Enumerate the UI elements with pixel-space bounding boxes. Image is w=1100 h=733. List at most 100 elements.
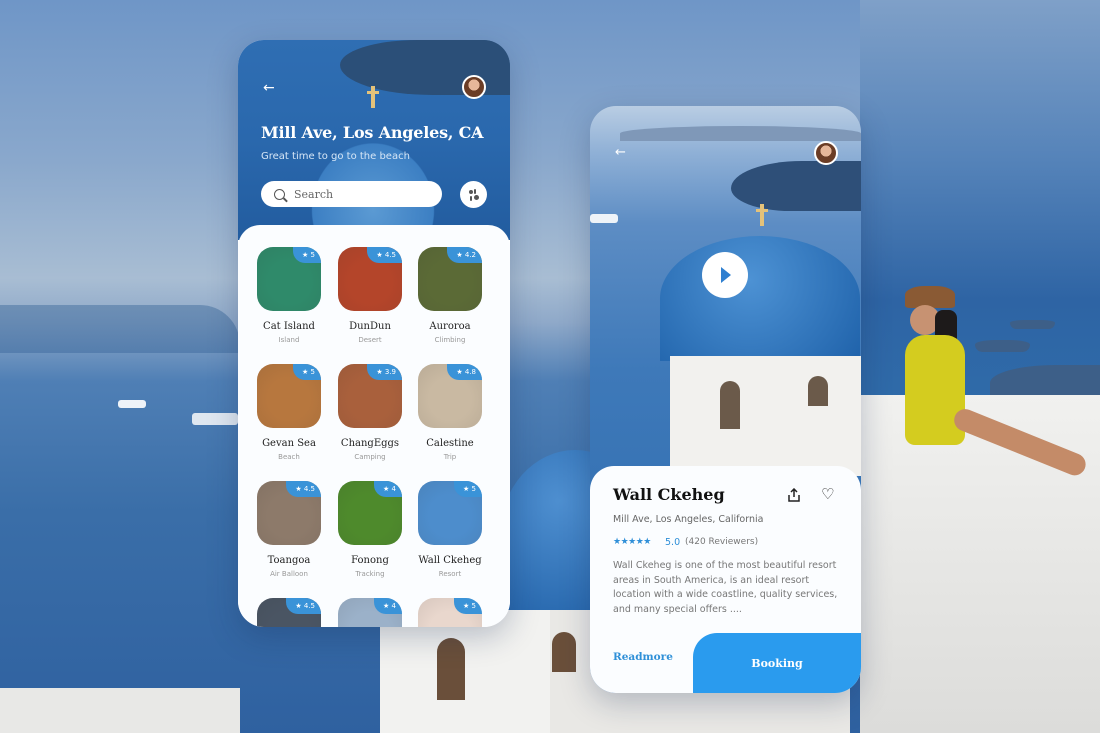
place-thumbnail[interactable]: ★ 5 bbox=[257, 247, 321, 311]
place-name: Gevan Sea bbox=[262, 438, 316, 449]
place-thumbnail[interactable]: ★ 4 bbox=[338, 481, 402, 545]
place-thumbnail[interactable]: ★ 5 bbox=[418, 481, 482, 545]
place-card[interactable]: ★ 4.2 Auroroa Climbing bbox=[418, 247, 482, 344]
place-category: Beach bbox=[278, 453, 300, 461]
place-card[interactable]: ★ 4.5 DunDun Desert bbox=[338, 247, 402, 344]
place-thumbnail[interactable]: ★ 4.5 bbox=[257, 598, 321, 627]
place-category: Camping bbox=[354, 453, 386, 461]
place-thumbnail[interactable]: ★ 4.5 bbox=[257, 481, 321, 545]
place-category: Climbing bbox=[434, 336, 466, 344]
place-card[interactable]: ★ 5 bbox=[418, 598, 482, 627]
user-avatar[interactable] bbox=[462, 75, 486, 99]
star-icon: ★ bbox=[463, 485, 470, 493]
place-name: Cat Island bbox=[263, 321, 315, 332]
play-video-button[interactable] bbox=[702, 252, 748, 298]
heart-icon[interactable]: ♡ bbox=[821, 487, 834, 502]
star-icon: ★ bbox=[376, 251, 383, 259]
star-icon: ★ bbox=[376, 368, 383, 376]
rating-stars: ★★★★★ bbox=[613, 537, 651, 547]
place-name: Fonong bbox=[351, 555, 389, 566]
star-icon: ★ bbox=[383, 485, 390, 493]
rating-badge: ★ 5 bbox=[293, 364, 321, 380]
place-category: Tracking bbox=[355, 570, 385, 578]
rating-badge: ★ 5 bbox=[454, 481, 482, 497]
place-name: DunDun bbox=[349, 321, 391, 332]
background-island bbox=[975, 340, 1030, 352]
rating-badge: ★ 4.5 bbox=[367, 247, 402, 263]
place-card[interactable]: ★ 4.8 Calestine Trip bbox=[418, 364, 482, 461]
location-title[interactable]: Mill Ave, Los Angeles, CA bbox=[261, 123, 484, 142]
star-icon: ★ bbox=[302, 251, 309, 259]
star-icon: ★ bbox=[295, 602, 302, 610]
background-wall bbox=[0, 688, 240, 733]
readmore-link[interactable]: Readmore bbox=[613, 651, 673, 663]
places-sheet: ★ 5 Cat Island Island ★ 4.5 DunDun Desert ★ 4.… bbox=[238, 225, 510, 627]
place-thumbnail[interactable]: ★ 3.9 bbox=[338, 364, 402, 428]
explore-screen: ← Mill Ave, Los Angeles, CA ⌄ Great time… bbox=[238, 40, 510, 627]
place-thumbnail[interactable]: ★ 5 bbox=[257, 364, 321, 428]
place-card[interactable]: ★ 5 Wall Ckeheg Resort bbox=[418, 481, 482, 578]
rating-badge: ★ 5 bbox=[293, 247, 321, 263]
place-card[interactable]: ★ 5 Cat Island Island bbox=[257, 247, 321, 344]
place-card[interactable]: ★ 4.5 Toangoa Air Balloon bbox=[257, 481, 321, 578]
rating-badge: ★ 4.8 bbox=[447, 364, 482, 380]
review-count: (420 Reviewers) bbox=[685, 537, 759, 547]
place-name: Calestine bbox=[426, 438, 474, 449]
church-dome bbox=[660, 236, 860, 361]
filter-button[interactable] bbox=[460, 181, 487, 208]
filter-icon bbox=[469, 190, 473, 194]
back-arrow-icon[interactable]: ← bbox=[615, 146, 626, 159]
place-description: Wall Ckeheg is one of the most beautiful… bbox=[613, 560, 838, 615]
background-ship bbox=[118, 400, 146, 408]
place-card[interactable]: ★ 4 Fonong Tracking bbox=[338, 481, 402, 578]
star-icon: ★ bbox=[456, 368, 463, 376]
background-island bbox=[1010, 320, 1055, 329]
search-placeholder: Search bbox=[294, 187, 334, 201]
place-card[interactable]: ★ 3.9 ChangEggs Camping bbox=[338, 364, 402, 461]
detail-screen: ← Wall Ckeheg ♡ Mill Ave, Los Angeles, C… bbox=[590, 106, 861, 693]
back-arrow-icon[interactable]: ← bbox=[263, 81, 275, 95]
background-sea bbox=[860, 0, 1100, 400]
star-icon: ★ bbox=[456, 251, 463, 259]
star-icon: ★ bbox=[463, 602, 470, 610]
place-thumbnail[interactable]: ★ 5 bbox=[418, 598, 482, 627]
search-input[interactable]: Search bbox=[261, 181, 442, 207]
rating-badge: ★ 5 bbox=[454, 598, 482, 614]
star-icon: ★ bbox=[302, 368, 309, 376]
detail-card: Wall Ckeheg ♡ Mill Ave, Los Angeles, Cal… bbox=[590, 466, 861, 693]
place-thumbnail[interactable]: ★ 4.2 bbox=[418, 247, 482, 311]
place-name: ChangEggs bbox=[340, 438, 400, 449]
background-island bbox=[0, 305, 240, 353]
user-avatar[interactable] bbox=[814, 141, 838, 165]
place-title: Wall Ckeheg bbox=[613, 485, 725, 504]
rating-badge: ★ 4.5 bbox=[286, 598, 321, 614]
place-name: Wall Ckeheg bbox=[418, 555, 482, 566]
rating-badge: ★ 4.2 bbox=[447, 247, 482, 263]
search-icon bbox=[274, 188, 285, 200]
place-thumbnail[interactable]: ★ 4.5 bbox=[338, 247, 402, 311]
place-thumbnail[interactable]: ★ 4 bbox=[338, 598, 402, 627]
rating-badge: ★ 4.5 bbox=[286, 481, 321, 497]
place-category: Island bbox=[278, 336, 300, 344]
place-card[interactable]: ★ 5 Gevan Sea Beach bbox=[257, 364, 321, 461]
location-subtitle: Great time to go to the beach bbox=[261, 151, 410, 162]
place-name: Auroroa bbox=[429, 321, 471, 332]
rating-badge: ★ 3.9 bbox=[367, 364, 402, 380]
background-wall bbox=[860, 395, 1100, 733]
place-category: Trip bbox=[443, 453, 457, 461]
place-address: Mill Ave, Los Angeles, California bbox=[613, 514, 764, 525]
rating-badge: ★ 4 bbox=[374, 481, 402, 497]
rating-score: 5.0 bbox=[665, 537, 681, 548]
place-card[interactable]: ★ 4 bbox=[338, 598, 402, 627]
rating-badge: ★ 4 bbox=[374, 598, 402, 614]
chevron-down-icon[interactable]: ⌄ bbox=[471, 125, 480, 138]
place-thumbnail[interactable]: ★ 4.8 bbox=[418, 364, 482, 428]
share-icon[interactable] bbox=[787, 488, 801, 502]
church-building bbox=[670, 356, 861, 476]
place-category: Air Balloon bbox=[270, 570, 308, 578]
background-ship bbox=[192, 413, 238, 425]
star-icon: ★ bbox=[383, 602, 390, 610]
place-card[interactable]: ★ 4.5 bbox=[257, 598, 321, 627]
place-name: Toangoa bbox=[267, 555, 311, 566]
booking-button[interactable]: Booking bbox=[693, 633, 861, 693]
